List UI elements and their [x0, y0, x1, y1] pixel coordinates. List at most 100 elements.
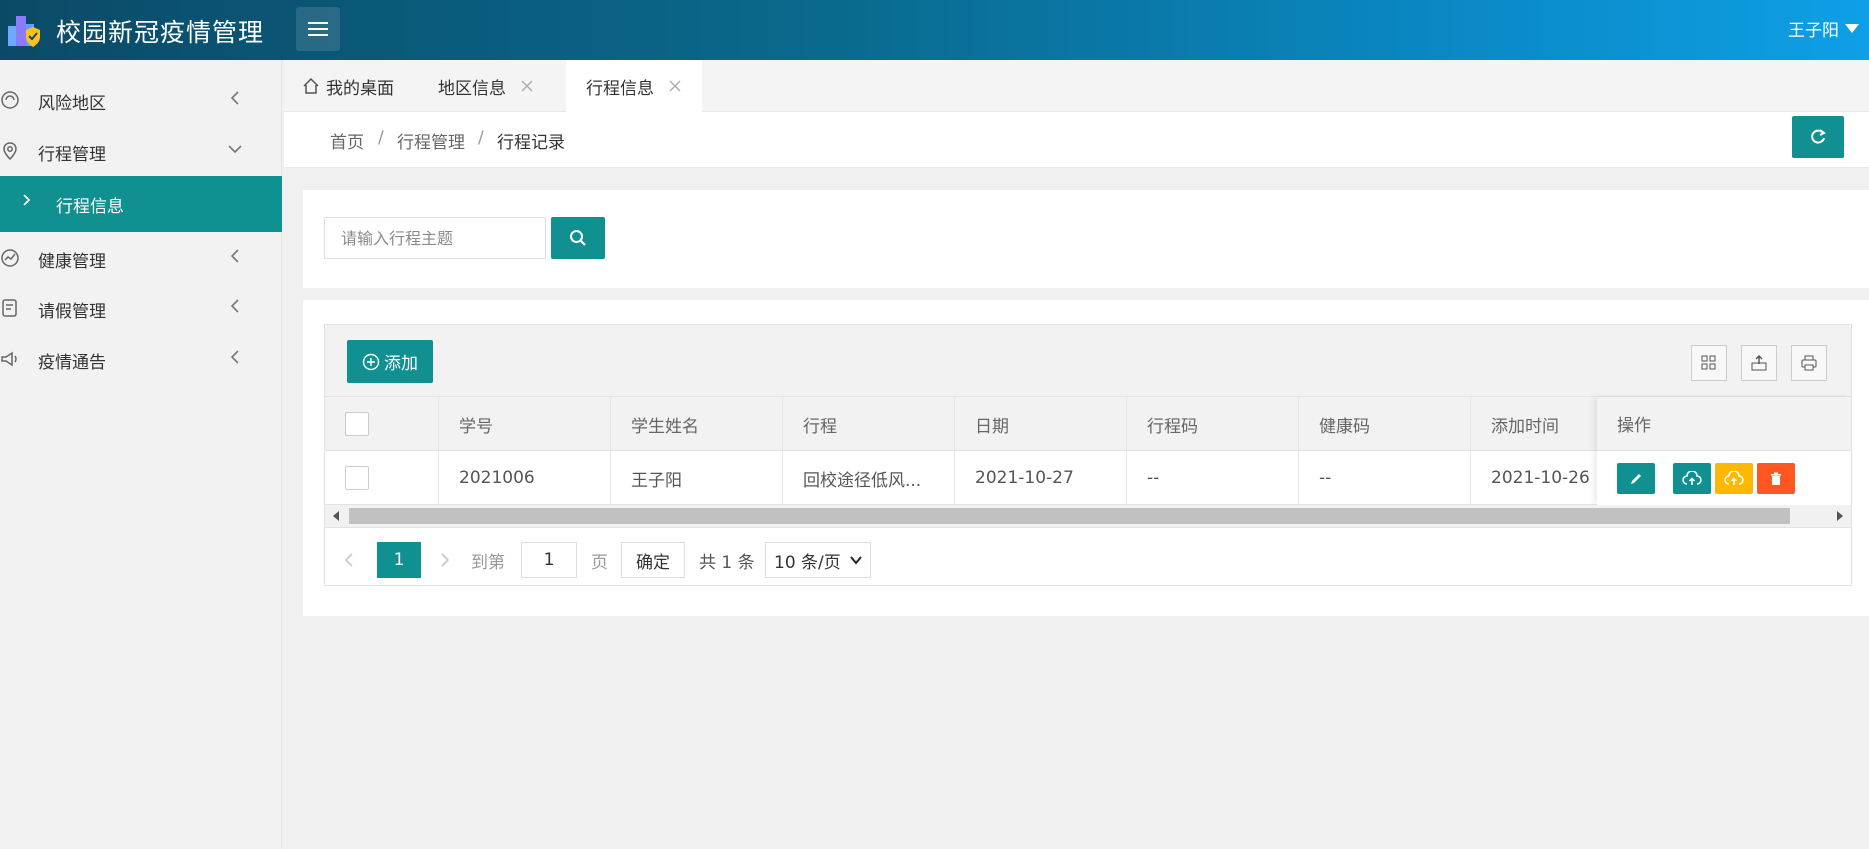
campus-logo-icon	[8, 16, 40, 47]
breadcrumb: 首页 / 行程管理 / 行程记录	[284, 112, 1869, 168]
leave-form-icon	[2, 299, 17, 317]
megaphone-icon	[1, 351, 17, 367]
sidebar-item-label: 行程管理	[38, 145, 106, 165]
select-all-cell	[325, 397, 439, 451]
sidebar-item-label: 请假管理	[38, 302, 106, 322]
search-icon	[570, 230, 586, 246]
goto-page-input[interactable]: 1	[521, 542, 577, 578]
scroll-left-icon[interactable]	[333, 511, 339, 521]
actions-fixed-column: 操作	[1597, 397, 1851, 505]
sidebar-item-health-management[interactable]: 健康管理	[0, 233, 282, 283]
goto-confirm-button[interactable]: 确定	[621, 542, 685, 578]
tab-bar: 我的桌面 地区信息 行程信息	[284, 60, 1869, 112]
caret-down-icon	[1845, 24, 1859, 33]
search-card	[303, 190, 1869, 288]
chevron-left-icon	[230, 350, 239, 364]
user-name: 王子阳	[1788, 21, 1839, 41]
header-actions: 操作	[1597, 397, 1851, 451]
cloud-upload-icon	[1724, 470, 1744, 485]
tab-region-info[interactable]: 地区信息	[438, 60, 534, 112]
search-input[interactable]	[324, 217, 546, 259]
sidebar-item-label: 风险地区	[38, 94, 106, 114]
sidebar-item-label: 健康管理	[38, 252, 106, 272]
header-trip[interactable]: 行程	[783, 397, 955, 451]
chevron-left-icon	[344, 553, 353, 567]
edit-button[interactable]	[1617, 463, 1655, 494]
header-student-id[interactable]: 学号	[439, 397, 611, 451]
trash-icon	[1771, 472, 1781, 485]
select-all-checkbox[interactable]	[345, 412, 369, 436]
close-icon[interactable]	[668, 79, 682, 93]
upload-trip-code-button[interactable]	[1673, 463, 1711, 494]
pagination: 1 到第 1 页 确定 共 1 条 10 条/页	[325, 527, 1851, 585]
pencil-icon	[1631, 473, 1641, 484]
chevron-down-icon	[850, 556, 862, 565]
app-title: 校园新冠疫情管理	[56, 18, 265, 47]
header-health-code[interactable]: 健康码	[1299, 397, 1471, 451]
cloud-upload-icon	[1682, 470, 1702, 485]
sidebar-item-label: 行程信息	[56, 197, 124, 217]
page-number-current[interactable]: 1	[377, 542, 421, 578]
sidebar-item-leave-management[interactable]: 请假管理	[0, 283, 282, 333]
cell-trip-code: --	[1127, 451, 1299, 505]
cell-student-id: 2021006	[439, 451, 611, 505]
scroll-right-icon[interactable]	[1837, 511, 1843, 521]
export-icon	[1751, 355, 1767, 371]
menu-toggle-button[interactable]	[296, 7, 340, 51]
goto-label: 到第	[471, 552, 505, 573]
sidebar-item-label: 疫情通告	[38, 353, 106, 373]
chevron-left-icon	[230, 299, 239, 313]
add-button[interactable]: 添加	[347, 340, 433, 383]
columns-icon	[1701, 355, 1716, 370]
breadcrumb-separator: /	[378, 128, 384, 148]
tab-my-desktop[interactable]: 我的桌面	[302, 60, 394, 112]
breadcrumb-home[interactable]: 首页	[330, 128, 364, 153]
export-button[interactable]	[1741, 345, 1777, 381]
prev-page-button[interactable]	[337, 542, 361, 578]
header-trip-code[interactable]: 行程码	[1127, 397, 1299, 451]
tab-label: 我的桌面	[326, 78, 394, 99]
cell-trip: 回校途径低风...	[783, 451, 955, 505]
cell-health-code: --	[1299, 451, 1471, 505]
breadcrumb-trip-management[interactable]: 行程管理	[397, 128, 465, 153]
hamburger-icon	[308, 22, 328, 36]
top-header: 校园新冠疫情管理 王子阳	[0, 0, 1869, 60]
page-unit-label: 页	[591, 552, 608, 573]
home-icon	[303, 77, 319, 94]
close-icon[interactable]	[520, 79, 534, 93]
data-table: 添加 学号 学生姓名 行程 日期 行程码 健康码 添加时间 2021006 王子…	[324, 324, 1852, 586]
chevron-left-icon	[230, 249, 239, 263]
next-page-button[interactable]	[433, 542, 457, 578]
row-select-cell	[325, 451, 439, 505]
refresh-icon	[1811, 129, 1826, 144]
table-toolbar: 添加	[325, 325, 1851, 397]
header-date[interactable]: 日期	[955, 397, 1127, 451]
chevron-down-icon	[228, 145, 242, 154]
sidebar: 风险地区 行程管理 行程信息 健康管理 请假管理 疫情通告	[0, 60, 282, 849]
sidebar-item-risk-area[interactable]: 风险地区	[0, 75, 282, 125]
printer-icon	[1801, 355, 1817, 371]
tab-trip-info[interactable]: 行程信息	[566, 60, 702, 112]
location-pin-icon	[3, 142, 17, 161]
print-button[interactable]	[1791, 345, 1827, 381]
health-chart-icon	[1, 249, 19, 267]
page-size-select[interactable]: 10 条/页	[765, 542, 871, 578]
delete-button[interactable]	[1757, 463, 1795, 494]
cell-student-name: 王子阳	[611, 451, 783, 505]
columns-filter-button[interactable]	[1691, 345, 1727, 381]
sidebar-item-epidemic-notice[interactable]: 疫情通告	[0, 334, 282, 384]
sidebar-item-trip-info[interactable]: 行程信息	[0, 176, 282, 232]
page-size-value: 10 条/页	[774, 552, 841, 573]
tab-label: 地区信息	[438, 78, 506, 99]
user-menu[interactable]: 王子阳	[1788, 16, 1859, 41]
header-student-name[interactable]: 学生姓名	[611, 397, 783, 451]
horizontal-scrollbar[interactable]	[325, 505, 1851, 527]
refresh-button[interactable]	[1792, 116, 1844, 158]
search-button[interactable]	[551, 217, 605, 259]
risk-area-icon	[1, 91, 19, 109]
breadcrumb-separator: /	[478, 128, 484, 148]
scrollbar-thumb[interactable]	[349, 508, 1790, 524]
upload-health-code-button[interactable]	[1715, 463, 1753, 494]
sidebar-item-trip-management[interactable]: 行程管理	[0, 126, 282, 176]
row-checkbox[interactable]	[345, 466, 369, 490]
